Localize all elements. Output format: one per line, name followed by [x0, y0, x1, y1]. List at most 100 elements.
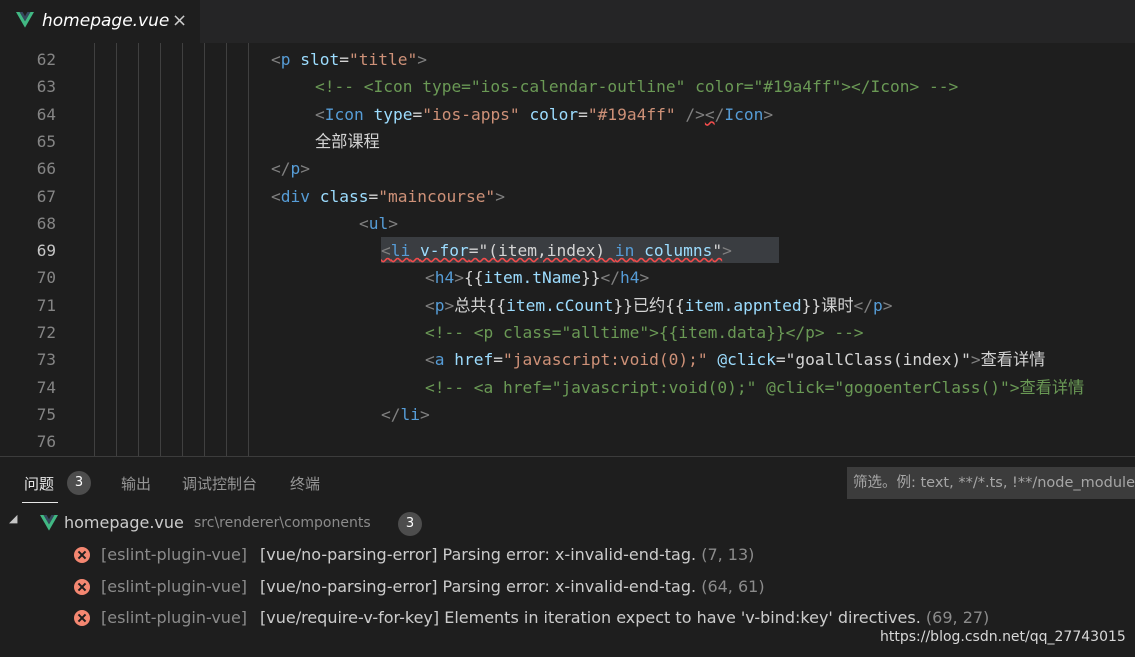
code-text: <!-- <Icon type="ios-calendar-outline" c… — [315, 73, 958, 100]
problem-text: [vue/require-v-for-key] Elements in iter… — [260, 608, 921, 627]
code-token: = — [493, 350, 503, 370]
code-token: </ — [600, 268, 620, 288]
code-editor[interactable]: 62 <p slot="title"> 63 <!-- <Icon type="ios… — [0, 43, 1135, 456]
code-token: / — [714, 104, 725, 124]
code-token: {{ — [464, 268, 484, 288]
tab-problems[interactable]: 问题 — [24, 473, 54, 494]
chevron-down-icon[interactable]: ◢ — [9, 512, 17, 525]
tab-bar: homepage.vue × — [0, 0, 1135, 44]
code-token: ="(item,index) — [468, 241, 615, 261]
code-token: = — [412, 104, 423, 124]
problem-item[interactable]: [eslint-plugin-vue] [vue/no-parsing-erro… — [0, 540, 1135, 570]
code-token: </ — [381, 404, 401, 424]
code-token: < — [271, 186, 281, 206]
problem-source: [eslint-plugin-vue] — [101, 545, 248, 564]
code-text: </li> — [381, 401, 430, 428]
code-line[interactable]: 76 — [0, 428, 1135, 455]
code-token: 查看详情 — [980, 350, 1046, 370]
code-token: > — [388, 213, 398, 233]
tab-output[interactable]: 输出 — [121, 473, 151, 494]
code-token: li — [400, 404, 421, 424]
problem-text: [vue/no-parsing-error] Parsing error: x-… — [260, 545, 697, 564]
line-number: 70 — [36, 268, 56, 288]
problem-source: [eslint-plugin-vue] — [101, 608, 248, 627]
code-line[interactable]: 70 <h4>{{item.tName}}</h4> — [0, 264, 1135, 291]
code-token: <!-- <p class="alltime">{{item.data}}</p… — [425, 323, 864, 342]
code-token: p — [873, 295, 883, 315]
code-line[interactable]: 71 <p>总共{{item.cCount}}已约{{item.appnted}}… — [0, 292, 1135, 319]
code-token: item.tName — [483, 268, 581, 288]
code-token: color — [529, 104, 579, 124]
code-token: " — [712, 241, 723, 261]
problem-item[interactable]: [eslint-plugin-vue] [vue/no-parsing-erro… — [0, 572, 1135, 602]
code-text: <Icon type="ios-apps" color="#19a4ff" />… — [315, 101, 773, 128]
filter-input[interactable]: 筛选。例: text, **/*.ts, !**/node_modules/** — [847, 467, 1135, 499]
code-token: }}已约{{ — [613, 295, 685, 315]
code-token: > — [763, 104, 774, 124]
code-line[interactable]: 74 <!-- <a href="javascript:void(0);" @cl… — [0, 374, 1135, 401]
code-line[interactable]: 72 <!-- <p class="alltime">{{item.data}}<… — [0, 319, 1135, 346]
code-token: < — [359, 213, 369, 233]
problem-file-name: homepage.vue — [64, 513, 184, 532]
code-line[interactable]: 68 <ul> — [0, 210, 1135, 237]
code-text: <a href="javascript:void(0);" @click="go… — [425, 346, 1045, 373]
code-token: < — [425, 295, 435, 315]
code-token: "maincourse" — [378, 186, 496, 206]
code-token: > — [722, 241, 732, 261]
code-token: <!-- <Icon type="ios-calendar-outline" c… — [315, 77, 959, 97]
code-text: <!-- <p class="alltime">{{item.data}}</p… — [425, 319, 864, 346]
code-text: <ul> — [359, 210, 398, 237]
code-token: 全部课程 — [315, 131, 380, 151]
code-text: </p> — [271, 155, 310, 182]
code-token: @click — [717, 350, 776, 370]
code-line[interactable]: 67 <div class="maincourse"> — [0, 183, 1135, 210]
watermark: https://blog.csdn.net/qq_27743015 — [880, 629, 1126, 645]
close-icon[interactable]: × — [172, 10, 187, 31]
problem-file-path: src\renderer\components — [194, 515, 371, 531]
code-line[interactable]: 64 <Icon type="ios-apps" color="#19a4ff" … — [0, 101, 1135, 128]
code-text: <!-- <a href="javascript:void(0);" @clic… — [425, 374, 1084, 401]
code-line[interactable]: 62 <p slot="title"> — [0, 46, 1135, 73]
code-token: = — [339, 50, 349, 69]
active-tab-indicator — [22, 502, 58, 503]
code-token: a — [434, 350, 445, 370]
code-token: }} — [580, 268, 601, 288]
code-token: > — [639, 268, 650, 288]
tab-debug-console[interactable]: 调试控制台 — [182, 473, 257, 494]
code-token: p — [290, 159, 301, 179]
code-token: /> — [685, 104, 705, 124]
problem-file-row[interactable]: ◢ homepage.vue src\renderer\components 3 — [0, 509, 1135, 537]
code-token: "title" — [348, 50, 418, 69]
code-token: in — [614, 241, 635, 261]
problems-count-badge: 3 — [67, 471, 91, 495]
line-number: 69 — [36, 241, 56, 261]
code-line[interactable]: 69 <li v-for="(item,index) in columns"> — [0, 237, 1135, 264]
code-token: > — [495, 186, 505, 206]
code-token: < — [315, 104, 325, 124]
problems-panel: 问题 3 输出 调试控制台 终端 筛选。例: text, **/*.ts, !*… — [0, 456, 1135, 657]
line-number: 67 — [36, 186, 56, 206]
code-token: columns — [634, 241, 713, 261]
panel-tabs: 问题 3 输出 调试控制台 终端 筛选。例: text, **/*.ts, !*… — [0, 457, 1135, 507]
code-token: 总共{{ — [454, 295, 507, 315]
code-text: 全部课程 — [315, 128, 380, 155]
code-line[interactable]: 66 </p> — [0, 155, 1135, 182]
line-number: 75 — [36, 404, 56, 424]
code-token: < — [381, 241, 391, 261]
problem-position: (69, 27) — [925, 608, 990, 627]
code-line[interactable]: 73 <a href="javascript:void(0);" @click="… — [0, 346, 1135, 373]
code-line[interactable]: 65 全部课程 — [0, 128, 1135, 155]
code-token: "javascript:void(0);" — [502, 350, 708, 370]
code-line[interactable]: 75 </li> — [0, 401, 1135, 428]
code-token: < — [425, 268, 435, 288]
tab-terminal[interactable]: 终端 — [290, 473, 320, 494]
code-token: Icon — [724, 104, 764, 124]
code-token: item.appnted — [684, 295, 802, 315]
code-token: = — [368, 186, 379, 206]
code-line[interactable]: 63 <!-- <Icon type="ios-calendar-outline"… — [0, 73, 1135, 100]
problem-position: (64, 61) — [701, 577, 765, 596]
editor-tab[interactable]: homepage.vue × — [0, 0, 200, 44]
